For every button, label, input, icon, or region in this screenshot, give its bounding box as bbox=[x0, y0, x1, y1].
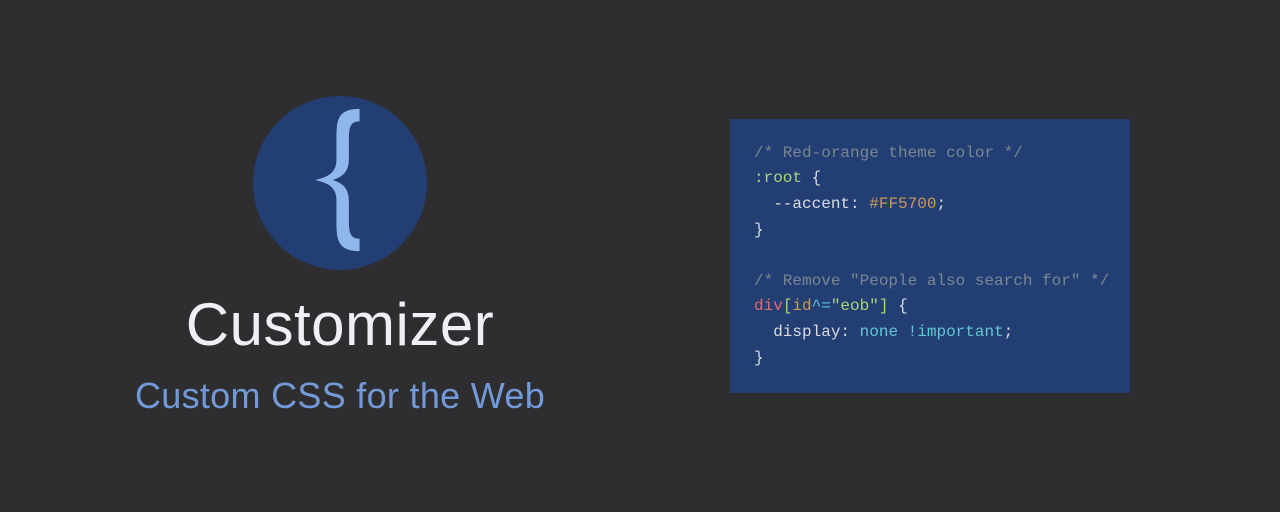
logo-badge bbox=[253, 96, 427, 270]
code-comment: /* Remove "People also search for" */ bbox=[754, 272, 1109, 290]
code-block: /* Red-orange theme color */ :root { --a… bbox=[730, 119, 1130, 393]
code-prop: display bbox=[773, 323, 840, 341]
code-important: !important bbox=[908, 323, 1004, 341]
code-brace: } bbox=[754, 221, 764, 239]
code-selector: :root bbox=[754, 169, 802, 187]
code-brace: { bbox=[898, 297, 908, 315]
code-prop: --accent bbox=[773, 195, 850, 213]
code-tag: div bbox=[754, 297, 783, 315]
code-attr: id bbox=[792, 297, 811, 315]
code-string: "eob" bbox=[831, 297, 879, 315]
code-brace: { bbox=[812, 169, 822, 187]
hero-panel: Customizer Custom CSS for the Web bbox=[0, 0, 680, 512]
code-hexvalue: #FF5700 bbox=[869, 195, 936, 213]
code-op: ^= bbox=[812, 297, 831, 315]
product-subtitle: Custom CSS for the Web bbox=[135, 375, 545, 417]
code-brace: } bbox=[754, 349, 764, 367]
brace-left-icon bbox=[290, 100, 390, 265]
code-value: none bbox=[860, 323, 898, 341]
product-title: Customizer bbox=[186, 290, 494, 359]
code-comment: /* Red-orange theme color */ bbox=[754, 144, 1023, 162]
code-panel: /* Red-orange theme color */ :root { --a… bbox=[680, 0, 1280, 512]
